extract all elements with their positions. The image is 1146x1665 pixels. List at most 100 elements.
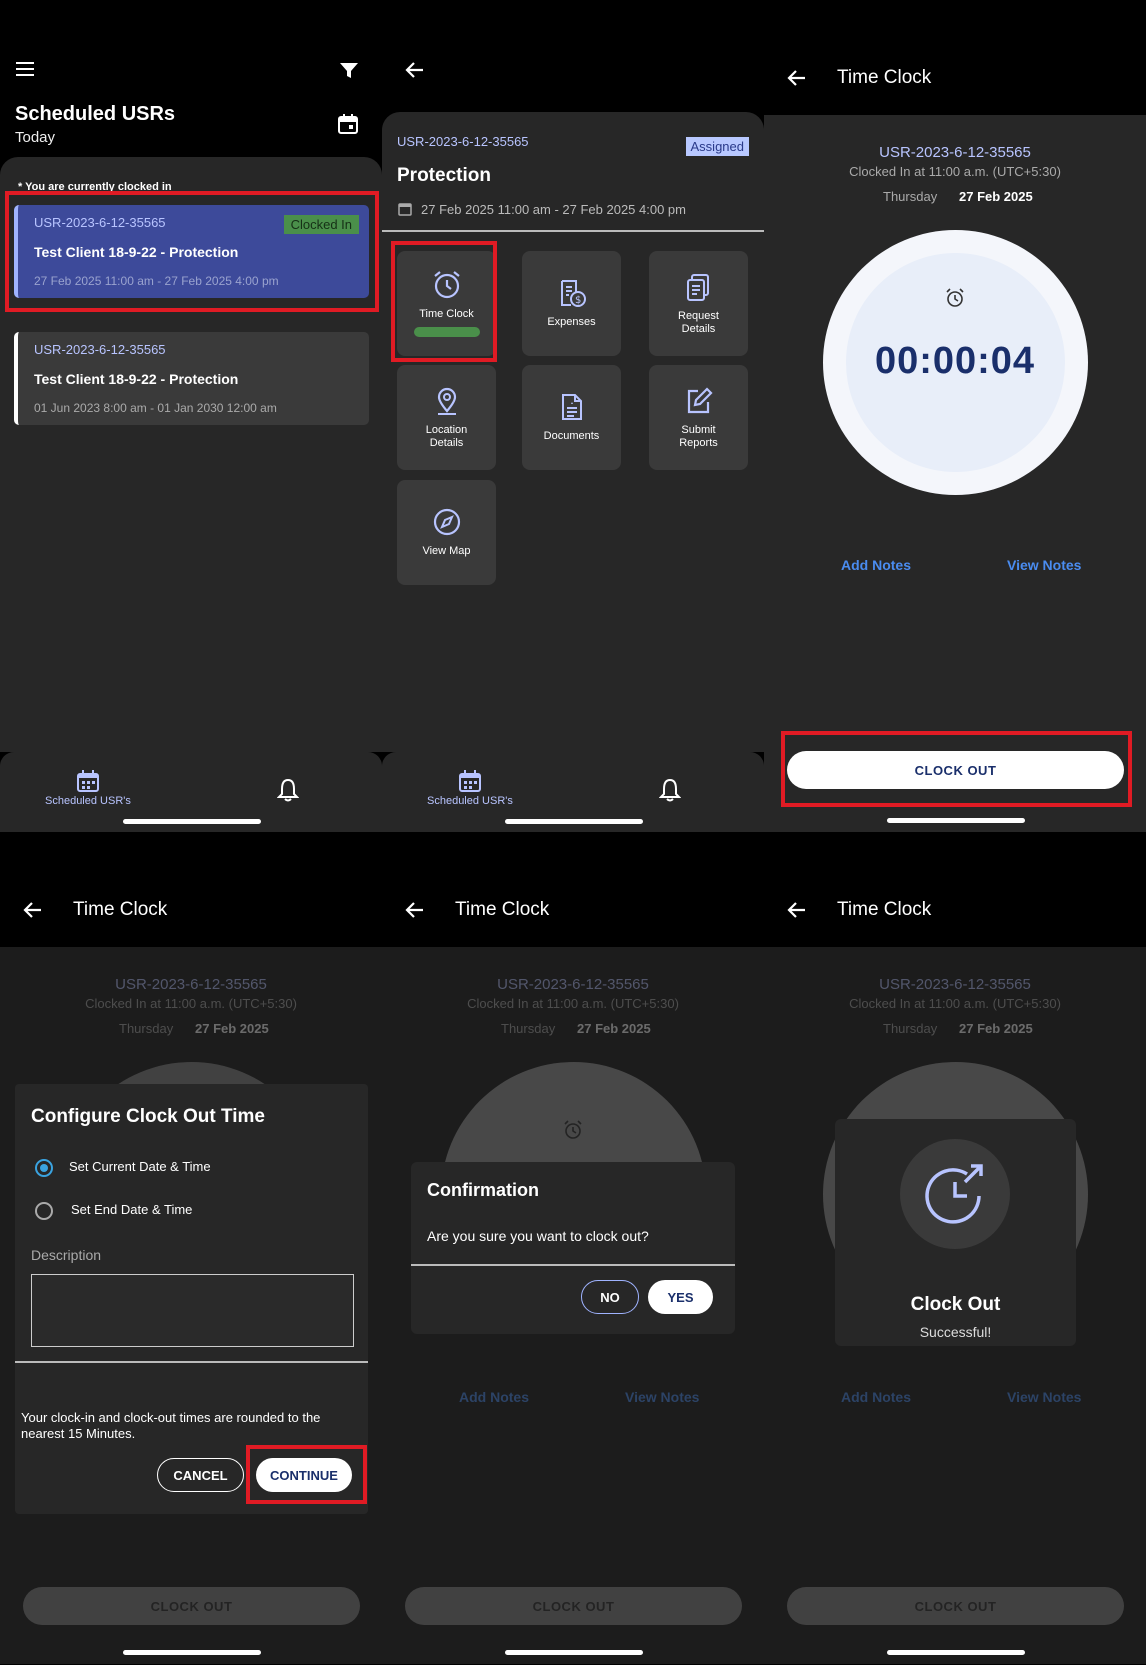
- header-title: Time Clock: [837, 899, 932, 920]
- configure-dialog: Configure Clock Out Time Set Current Dat…: [15, 1084, 368, 1514]
- usr-card[interactable]: USR-2023-6-12-35565 Test Client 18-9-22 …: [14, 332, 369, 425]
- usr-id: USR-2023-6-12-35565: [497, 976, 649, 993]
- rounding-note: Your clock-in and clock-out times are ro…: [21, 1410, 321, 1441]
- cancel-button[interactable]: CANCEL: [157, 1458, 244, 1492]
- tile-request-details[interactable]: Request Details: [649, 251, 748, 356]
- date-label: 27 Feb 2025: [959, 1021, 1033, 1036]
- nav-label: Scheduled USR's: [427, 795, 513, 807]
- alarm-clock-icon: [945, 288, 965, 313]
- bottom-nav: Scheduled USR's: [0, 752, 382, 832]
- header-title: Time Clock: [455, 899, 550, 920]
- yes-button[interactable]: YES: [648, 1280, 713, 1314]
- no-button[interactable]: NO: [581, 1280, 639, 1314]
- date-label: 27 Feb 2025: [577, 1021, 651, 1036]
- tile-location-details[interactable]: Location Details: [397, 365, 496, 470]
- request-details-icon: [686, 273, 709, 301]
- home-indicator: [505, 1650, 643, 1655]
- nav-scheduled-usrs[interactable]: Scheduled USR's: [427, 770, 513, 807]
- radio-end-time[interactable]: [35, 1202, 53, 1220]
- usr-title: Test Client 18-9-22 - Protection: [34, 244, 239, 260]
- usr-id: USR-2023-6-12-35565: [879, 144, 1031, 161]
- dialog-title: Confirmation: [427, 1180, 539, 1200]
- continue-button[interactable]: CONTINUE: [256, 1458, 352, 1492]
- nav-scheduled-usrs[interactable]: Scheduled USR's: [45, 770, 131, 807]
- clocked-in-text: Clocked In at 11:00 a.m. (UTC+5:30): [849, 164, 1061, 179]
- tile-time-clock[interactable]: Time Clock: [397, 251, 496, 356]
- usr-id: USR-2023-6-12-35565: [115, 976, 267, 993]
- clocked-in-note: * You are currently clocked in: [18, 181, 172, 193]
- alarm-clock-icon: [433, 271, 460, 299]
- svg-text:$: $: [575, 295, 581, 306]
- bell-icon[interactable]: [658, 778, 682, 802]
- radio-current-time[interactable]: [35, 1159, 53, 1177]
- menu-icon[interactable]: [15, 60, 37, 78]
- description-input[interactable]: [31, 1274, 354, 1347]
- dialog-message: Are you sure you want to clock out?: [427, 1228, 649, 1244]
- tile-documents[interactable]: Documents: [522, 365, 621, 470]
- tile-label: Time Clock: [419, 308, 474, 320]
- view-notes-link: View Notes: [1007, 1389, 1082, 1405]
- success-title: Clock Out: [910, 1294, 1001, 1315]
- location-pin-icon: [437, 387, 456, 415]
- usr-card[interactable]: USR-2023-6-12-35565 Test Client 18-9-22 …: [14, 205, 369, 298]
- back-arrow-icon[interactable]: [22, 900, 44, 920]
- home-indicator: [123, 819, 261, 824]
- tile-expenses[interactable]: $ Expenses: [522, 251, 621, 356]
- nav-label: Scheduled USR's: [45, 795, 131, 807]
- view-notes-link[interactable]: View Notes: [1007, 557, 1081, 573]
- add-notes-link: Add Notes: [841, 1389, 911, 1405]
- home-indicator: [887, 1650, 1025, 1655]
- clocked-in-text: Clocked In at 11:00 a.m. (UTC+5:30): [849, 996, 1061, 1011]
- document-icon: [561, 394, 582, 420]
- success-dialog: Clock Out Successful!: [835, 1119, 1076, 1346]
- calendar-grid-icon: [458, 770, 481, 792]
- clocked-in-text: Clocked In at 11:00 a.m. (UTC+5:30): [85, 996, 297, 1011]
- tile-submit-reports[interactable]: Submit Reports: [649, 365, 748, 470]
- header-title: Time Clock: [837, 67, 932, 88]
- status-badge: Assigned: [685, 137, 749, 156]
- alarm-clock-icon: [563, 1120, 583, 1145]
- tile-label: View Map: [422, 545, 471, 557]
- divider: [382, 230, 764, 232]
- usr-date: 27 Feb 2025 11:00 am - 27 Feb 2025 4:00 …: [34, 274, 279, 288]
- page-subtitle: Today: [15, 129, 56, 146]
- add-notes-link[interactable]: Add Notes: [841, 557, 911, 573]
- option-label: Set Current Date & Time: [69, 1159, 211, 1174]
- add-notes-link: Add Notes: [459, 1389, 529, 1405]
- home-indicator: [887, 818, 1025, 823]
- configure-clock-out-screen: Time Clock USR-2023-6-12-35565 Clocked I…: [0, 832, 382, 1664]
- calendar-icon: [398, 202, 412, 221]
- description-label: Description: [31, 1247, 102, 1263]
- back-arrow-icon[interactable]: [404, 900, 426, 920]
- tile-label: Submit Reports: [679, 423, 718, 449]
- confirmation-dialog: Confirmation Are you sure you want to cl…: [411, 1162, 735, 1334]
- back-arrow-icon[interactable]: [404, 60, 426, 80]
- day-label: Thursday: [883, 1021, 938, 1036]
- compass-icon: [433, 508, 460, 536]
- clock-out-button: CLOCK OUT: [405, 1587, 742, 1625]
- date-label: 27 Feb 2025: [195, 1021, 269, 1036]
- page-title: Scheduled USRs: [15, 103, 176, 125]
- usr-id: USR-2023-6-12-35565: [879, 976, 1031, 993]
- tile-view-map[interactable]: View Map: [397, 480, 496, 585]
- back-arrow-icon[interactable]: [786, 68, 808, 88]
- filter-icon[interactable]: [338, 60, 360, 80]
- success-message: Successful!: [919, 1324, 992, 1340]
- clock-out-button[interactable]: CLOCK OUT: [787, 751, 1124, 789]
- usr-title: Test Client 18-9-22 - Protection: [34, 371, 239, 387]
- usr-title: Protection: [397, 165, 491, 186]
- usr-id: USR-2023-6-12-35565: [34, 342, 166, 357]
- active-indicator: [413, 327, 480, 337]
- tile-label: Documents: [543, 430, 600, 442]
- bottom-nav: Scheduled USR's: [382, 752, 764, 832]
- tile-label: Request Details: [678, 309, 719, 335]
- usr-date: 27 Feb 2025 11:00 am - 27 Feb 2025 4:00 …: [421, 202, 686, 217]
- usr-id: USR-2023-6-12-35565: [397, 134, 529, 149]
- confirmation-screen: Time Clock USR-2023-6-12-35565 Clocked I…: [382, 832, 764, 1664]
- bell-icon[interactable]: [276, 778, 300, 802]
- clock-out-success-screen: Time Clock USR-2023-6-12-35565 Clocked I…: [764, 832, 1146, 1664]
- day-label: Thursday: [883, 189, 938, 204]
- scheduled-usrs-screen: Scheduled USRs Today * You are currently…: [0, 0, 382, 832]
- back-arrow-icon[interactable]: [786, 900, 808, 920]
- calendar-icon[interactable]: [337, 113, 359, 135]
